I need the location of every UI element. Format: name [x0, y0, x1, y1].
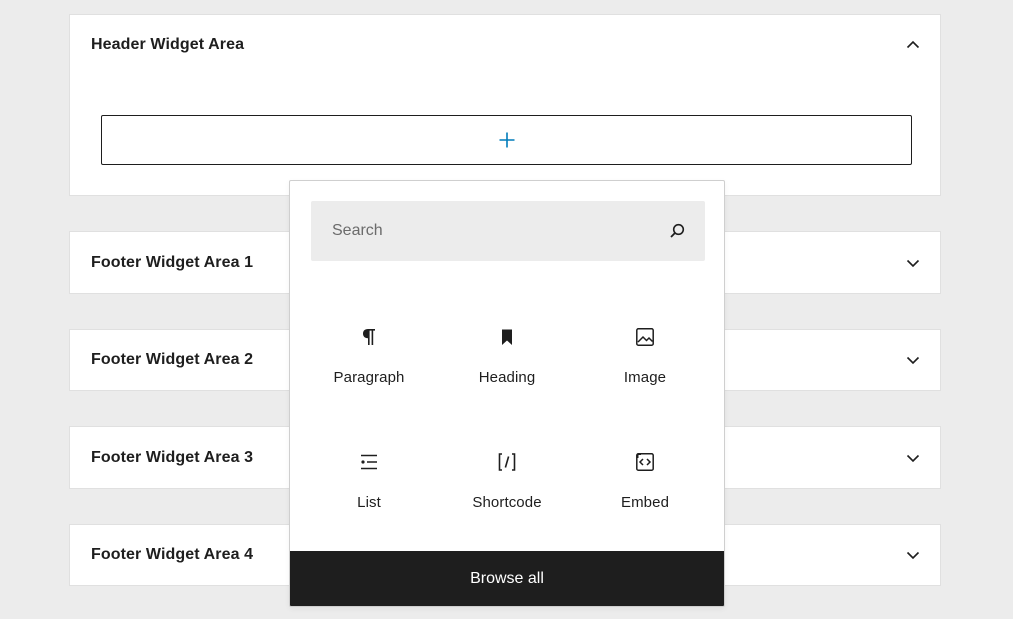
block-image[interactable]: Image	[576, 301, 714, 426]
search-icon	[665, 219, 689, 243]
add-block-button[interactable]	[101, 115, 912, 165]
image-icon	[633, 325, 657, 349]
chevron-down-icon	[901, 251, 925, 275]
block-list[interactable]: List	[300, 426, 438, 551]
chevron-up-icon	[901, 33, 925, 57]
block-paragraph[interactable]: Paragraph	[300, 301, 438, 426]
list-icon	[357, 450, 381, 474]
panel-header-widget-area: Header Widget Area	[69, 14, 941, 196]
search-box	[311, 201, 705, 261]
block-label: Image	[623, 369, 667, 386]
chevron-down-icon	[901, 348, 925, 372]
block-label: Shortcode	[472, 494, 542, 511]
chevron-down-icon	[901, 446, 925, 470]
plus-icon	[495, 128, 519, 152]
block-label: Embed	[620, 494, 670, 511]
shortcode-icon	[495, 450, 519, 474]
block-label: List	[357, 494, 381, 511]
browse-all-button[interactable]: Browse all	[290, 551, 724, 606]
panel-title: Header Widget Area	[91, 36, 245, 53]
block-label: Heading	[478, 369, 536, 386]
block-shortcode[interactable]: Shortcode	[438, 426, 576, 551]
block-list: Paragraph Heading Image List Shortcode E…	[300, 301, 716, 551]
block-heading[interactable]: Heading	[438, 301, 576, 426]
panel-toggle-header-widget-area[interactable]: Header Widget Area	[70, 15, 940, 75]
embed-icon	[633, 450, 657, 474]
block-inserter-popover: Paragraph Heading Image	[289, 180, 725, 607]
heading-bookmark-icon	[495, 325, 519, 349]
search-input[interactable]	[332, 222, 665, 240]
paragraph-icon	[357, 325, 381, 349]
browse-all-label: Browse all	[470, 569, 544, 587]
block-label: Paragraph	[333, 369, 405, 386]
chevron-down-icon	[901, 543, 925, 567]
block-embed[interactable]: Embed	[576, 426, 714, 551]
